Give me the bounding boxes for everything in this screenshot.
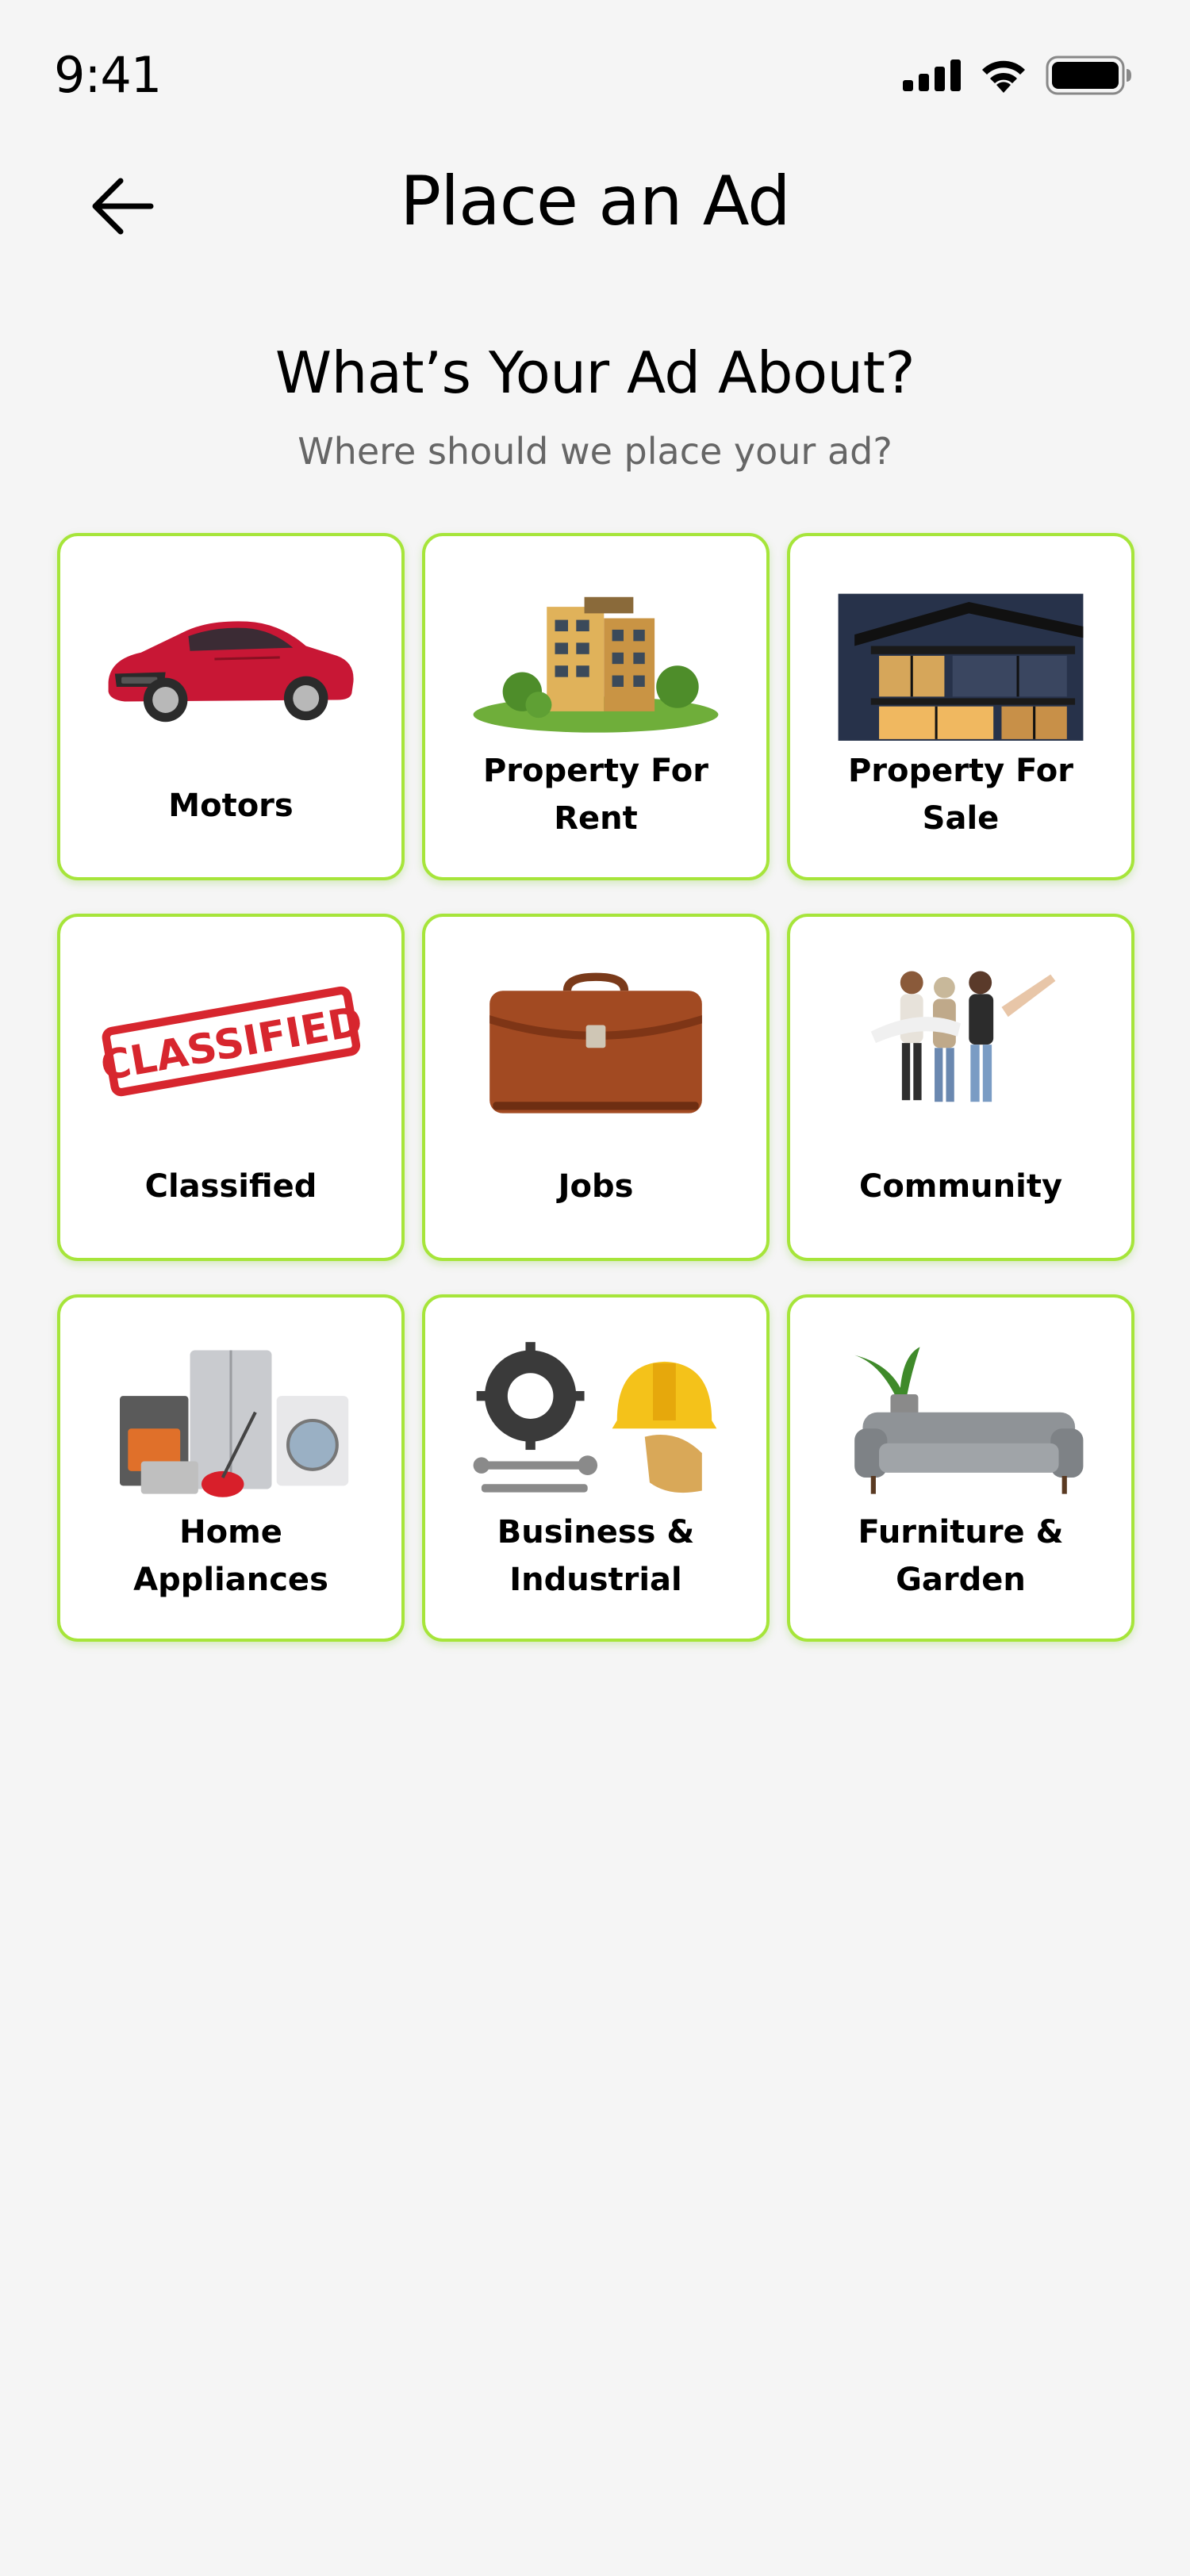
category-label: Property For Rent [482, 753, 709, 837]
apartment-building-image [457, 560, 735, 758]
section-heading: What’s Your Ad About? [274, 339, 916, 406]
category-card-community[interactable]: Community [787, 914, 1134, 1261]
category-grid: Motors Property For Rent Property For Sa… [57, 533, 1136, 1642]
battery-icon [1046, 56, 1131, 95]
header: Place an Ad [0, 151, 1190, 262]
category-label: Business & Industrial [497, 1514, 695, 1598]
signal-icon [903, 59, 961, 91]
status-bar: 9:41 [0, 0, 1190, 143]
wifi-icon [982, 60, 1025, 93]
category-label: Jobs [558, 1168, 634, 1205]
status-time: 9:41 [54, 46, 162, 104]
home-appliances-image [92, 1321, 370, 1520]
gear-wrench-hardhat-image [457, 1321, 735, 1520]
category-label: Community [858, 1168, 1063, 1205]
category-card-motors[interactable]: Motors [57, 533, 405, 880]
category-card-home-appliances[interactable]: Home Appliances [57, 1294, 405, 1642]
category-card-jobs[interactable]: Jobs [422, 914, 770, 1261]
sofa-and-plant-image [822, 1321, 1100, 1520]
group-of-people-image [822, 941, 1100, 1139]
category-label: Motors [168, 788, 294, 824]
red-car-image [92, 560, 370, 758]
section-subheading: Where should we place your ad? [298, 430, 892, 473]
status-icons [903, 56, 1133, 95]
category-card-business-industrial[interactable]: Business & Industrial [422, 1294, 770, 1642]
category-label: Classified [144, 1168, 317, 1205]
category-card-classified[interactable]: CLASSIFIED Classified [57, 914, 405, 1261]
category-label: Property For Sale [847, 753, 1074, 837]
category-card-property-for-sale[interactable]: Property For Sale [787, 533, 1134, 880]
classified-stamp-image: CLASSIFIED [92, 941, 370, 1139]
category-label: Furniture & Garden [858, 1514, 1064, 1598]
page-title: Place an Ad [400, 162, 790, 241]
modern-house-image [822, 560, 1100, 758]
category-card-property-for-rent[interactable]: Property For Rent [422, 533, 770, 880]
leather-briefcase-image [457, 941, 735, 1139]
category-label: Home Appliances [133, 1514, 328, 1598]
category-card-furniture-garden[interactable]: Furniture & Garden [787, 1294, 1134, 1642]
